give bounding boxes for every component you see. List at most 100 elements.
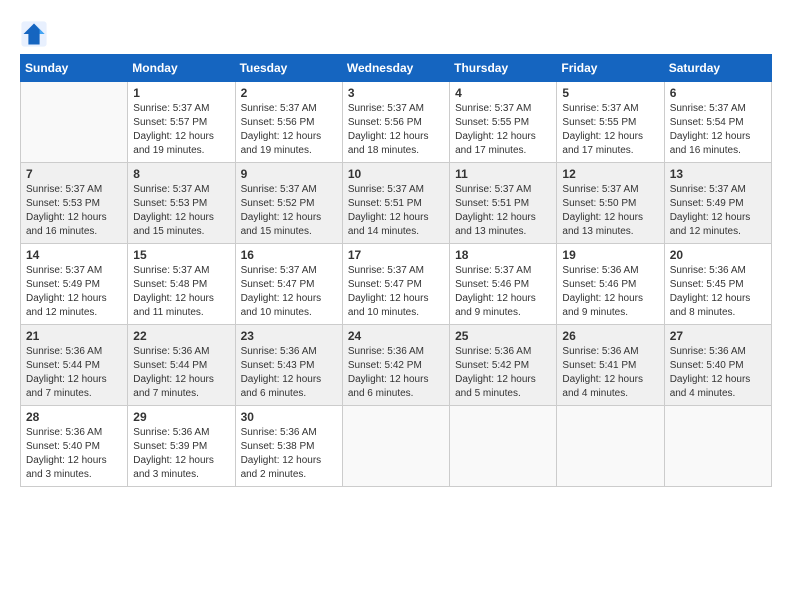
- day-number: 9: [241, 167, 337, 181]
- logo: [20, 20, 50, 48]
- calendar-table: SundayMondayTuesdayWednesdayThursdayFrid…: [20, 54, 772, 487]
- day-number: 19: [562, 248, 658, 262]
- calendar-cell: 26 Sunrise: 5:36 AM Sunset: 5:41 PM Dayli…: [557, 325, 664, 406]
- day-number: 30: [241, 410, 337, 424]
- day-info: Sunrise: 5:36 AM Sunset: 5:40 PM Dayligh…: [670, 345, 766, 401]
- calendar-cell: [450, 406, 557, 487]
- calendar-cell: 30 Sunrise: 5:36 AM Sunset: 5:38 PM Dayli…: [235, 406, 342, 487]
- calendar-cell: 23 Sunrise: 5:36 AM Sunset: 5:43 PM Dayli…: [235, 325, 342, 406]
- calendar-cell: [557, 406, 664, 487]
- day-number: 18: [455, 248, 551, 262]
- day-info: Sunrise: 5:37 AM Sunset: 5:53 PM Dayligh…: [133, 183, 229, 239]
- day-info: Sunrise: 5:36 AM Sunset: 5:46 PM Dayligh…: [562, 264, 658, 320]
- day-info: Sunrise: 5:37 AM Sunset: 5:51 PM Dayligh…: [348, 183, 444, 239]
- calendar-week-row: 7 Sunrise: 5:37 AM Sunset: 5:53 PM Daylig…: [21, 163, 772, 244]
- calendar-cell: 22 Sunrise: 5:36 AM Sunset: 5:44 PM Dayli…: [128, 325, 235, 406]
- day-info: Sunrise: 5:37 AM Sunset: 5:46 PM Dayligh…: [455, 264, 551, 320]
- day-info: Sunrise: 5:37 AM Sunset: 5:57 PM Dayligh…: [133, 102, 229, 158]
- day-info: Sunrise: 5:37 AM Sunset: 5:54 PM Dayligh…: [670, 102, 766, 158]
- calendar-cell: 18 Sunrise: 5:37 AM Sunset: 5:46 PM Dayli…: [450, 244, 557, 325]
- weekday-header-sunday: Sunday: [21, 55, 128, 82]
- day-info: Sunrise: 5:37 AM Sunset: 5:56 PM Dayligh…: [241, 102, 337, 158]
- day-number: 26: [562, 329, 658, 343]
- day-number: 7: [26, 167, 122, 181]
- day-info: Sunrise: 5:37 AM Sunset: 5:47 PM Dayligh…: [348, 264, 444, 320]
- calendar-cell: [342, 406, 449, 487]
- day-info: Sunrise: 5:36 AM Sunset: 5:40 PM Dayligh…: [26, 426, 122, 482]
- day-info: Sunrise: 5:37 AM Sunset: 5:55 PM Dayligh…: [562, 102, 658, 158]
- calendar-cell: 12 Sunrise: 5:37 AM Sunset: 5:50 PM Dayli…: [557, 163, 664, 244]
- calendar-cell: 28 Sunrise: 5:36 AM Sunset: 5:40 PM Dayli…: [21, 406, 128, 487]
- calendar-cell: 24 Sunrise: 5:36 AM Sunset: 5:42 PM Dayli…: [342, 325, 449, 406]
- day-number: 29: [133, 410, 229, 424]
- weekday-header-tuesday: Tuesday: [235, 55, 342, 82]
- day-number: 23: [241, 329, 337, 343]
- calendar-cell: 15 Sunrise: 5:37 AM Sunset: 5:48 PM Dayli…: [128, 244, 235, 325]
- day-info: Sunrise: 5:37 AM Sunset: 5:49 PM Dayligh…: [670, 183, 766, 239]
- day-number: 11: [455, 167, 551, 181]
- day-number: 22: [133, 329, 229, 343]
- day-number: 12: [562, 167, 658, 181]
- calendar-cell: [21, 82, 128, 163]
- day-number: 28: [26, 410, 122, 424]
- calendar-cell: 13 Sunrise: 5:37 AM Sunset: 5:49 PM Dayli…: [664, 163, 771, 244]
- day-number: 13: [670, 167, 766, 181]
- day-info: Sunrise: 5:37 AM Sunset: 5:47 PM Dayligh…: [241, 264, 337, 320]
- calendar-cell: 1 Sunrise: 5:37 AM Sunset: 5:57 PM Daylig…: [128, 82, 235, 163]
- calendar-cell: 17 Sunrise: 5:37 AM Sunset: 5:47 PM Dayli…: [342, 244, 449, 325]
- day-info: Sunrise: 5:36 AM Sunset: 5:44 PM Dayligh…: [133, 345, 229, 401]
- calendar-cell: 9 Sunrise: 5:37 AM Sunset: 5:52 PM Daylig…: [235, 163, 342, 244]
- day-info: Sunrise: 5:36 AM Sunset: 5:44 PM Dayligh…: [26, 345, 122, 401]
- day-number: 25: [455, 329, 551, 343]
- calendar-cell: 14 Sunrise: 5:37 AM Sunset: 5:49 PM Dayli…: [21, 244, 128, 325]
- weekday-header-monday: Monday: [128, 55, 235, 82]
- day-number: 14: [26, 248, 122, 262]
- day-info: Sunrise: 5:36 AM Sunset: 5:43 PM Dayligh…: [241, 345, 337, 401]
- calendar-cell: 11 Sunrise: 5:37 AM Sunset: 5:51 PM Dayli…: [450, 163, 557, 244]
- calendar-cell: 3 Sunrise: 5:37 AM Sunset: 5:56 PM Daylig…: [342, 82, 449, 163]
- day-info: Sunrise: 5:37 AM Sunset: 5:49 PM Dayligh…: [26, 264, 122, 320]
- calendar-cell: 20 Sunrise: 5:36 AM Sunset: 5:45 PM Dayli…: [664, 244, 771, 325]
- calendar-cell: [664, 406, 771, 487]
- calendar-cell: 8 Sunrise: 5:37 AM Sunset: 5:53 PM Daylig…: [128, 163, 235, 244]
- day-number: 3: [348, 86, 444, 100]
- calendar-cell: 19 Sunrise: 5:36 AM Sunset: 5:46 PM Dayli…: [557, 244, 664, 325]
- day-info: Sunrise: 5:37 AM Sunset: 5:52 PM Dayligh…: [241, 183, 337, 239]
- weekday-header-thursday: Thursday: [450, 55, 557, 82]
- day-info: Sunrise: 5:36 AM Sunset: 5:42 PM Dayligh…: [348, 345, 444, 401]
- calendar-cell: 2Sunrise: 5:37 AM Sunset: 5:56 PM Daylig…: [235, 82, 342, 163]
- weekday-header-friday: Friday: [557, 55, 664, 82]
- day-number: 20: [670, 248, 766, 262]
- day-number: 1: [133, 86, 229, 100]
- calendar-week-row: 14 Sunrise: 5:37 AM Sunset: 5:49 PM Dayli…: [21, 244, 772, 325]
- day-number: 4: [455, 86, 551, 100]
- day-number: 15: [133, 248, 229, 262]
- day-info: Sunrise: 5:37 AM Sunset: 5:50 PM Dayligh…: [562, 183, 658, 239]
- weekday-header-row: SundayMondayTuesdayWednesdayThursdayFrid…: [21, 55, 772, 82]
- day-number: 27: [670, 329, 766, 343]
- day-info: Sunrise: 5:37 AM Sunset: 5:53 PM Dayligh…: [26, 183, 122, 239]
- day-number: 24: [348, 329, 444, 343]
- day-info: Sunrise: 5:36 AM Sunset: 5:41 PM Dayligh…: [562, 345, 658, 401]
- day-info: Sunrise: 5:36 AM Sunset: 5:38 PM Dayligh…: [241, 426, 337, 482]
- day-number: 21: [26, 329, 122, 343]
- day-info: Sunrise: 5:36 AM Sunset: 5:45 PM Dayligh…: [670, 264, 766, 320]
- weekday-header-saturday: Saturday: [664, 55, 771, 82]
- day-info: Sunrise: 5:37 AM Sunset: 5:51 PM Dayligh…: [455, 183, 551, 239]
- day-number: 16: [241, 248, 337, 262]
- day-info: Sunrise: 5:37 AM Sunset: 5:56 PM Dayligh…: [348, 102, 444, 158]
- calendar-week-row: 1 Sunrise: 5:37 AM Sunset: 5:57 PM Daylig…: [21, 82, 772, 163]
- calendar-week-row: 28 Sunrise: 5:36 AM Sunset: 5:40 PM Dayli…: [21, 406, 772, 487]
- calendar-cell: 29Sunrise: 5:36 AM Sunset: 5:39 PM Dayli…: [128, 406, 235, 487]
- day-info: Sunrise: 5:37 AM Sunset: 5:48 PM Dayligh…: [133, 264, 229, 320]
- calendar-cell: 5 Sunrise: 5:37 AM Sunset: 5:55 PM Daylig…: [557, 82, 664, 163]
- day-number: 17: [348, 248, 444, 262]
- calendar-cell: 6Sunrise: 5:37 AM Sunset: 5:54 PM Daylig…: [664, 82, 771, 163]
- calendar-cell: 16 Sunrise: 5:37 AM Sunset: 5:47 PM Dayli…: [235, 244, 342, 325]
- calendar-cell: 7 Sunrise: 5:37 AM Sunset: 5:53 PM Daylig…: [21, 163, 128, 244]
- calendar-cell: 27 Sunrise: 5:36 AM Sunset: 5:40 PM Dayli…: [664, 325, 771, 406]
- day-number: 5: [562, 86, 658, 100]
- day-info: Sunrise: 5:36 AM Sunset: 5:42 PM Dayligh…: [455, 345, 551, 401]
- day-number: 8: [133, 167, 229, 181]
- calendar-cell: 4Sunrise: 5:37 AM Sunset: 5:55 PM Daylig…: [450, 82, 557, 163]
